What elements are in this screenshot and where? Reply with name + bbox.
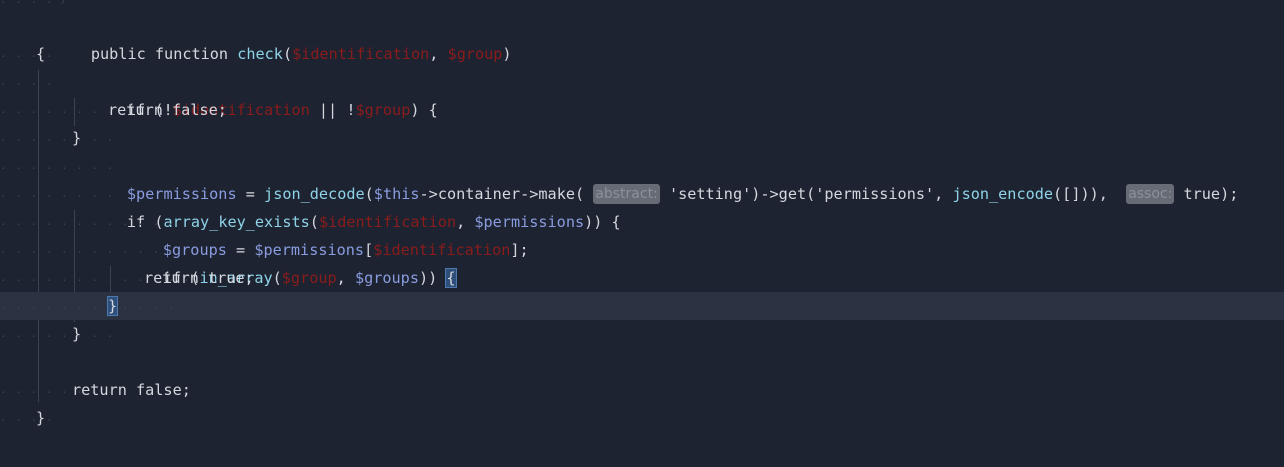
code-line[interactable]: . . . . . . . . $permissions = json_deco… <box>0 152 1284 204</box>
whitespace-dots: . . . . . . . . <box>0 131 115 144</box>
code-line[interactable]: . . . . . . . . return false; <box>0 96 1284 124</box>
code-line[interactable] <box>0 348 1284 376</box>
matching-brace: } <box>106 296 119 316</box>
code-line[interactable]: . . . . . . . . return false; <box>0 376 1284 404</box>
code-line[interactable]: . . . . . . . . } <box>0 320 1284 348</box>
whitespace-dots: . . . . <box>0 75 54 88</box>
return-statement: return false; <box>108 101 227 119</box>
whitespace-dots: . . . . . . . . <box>0 103 115 116</box>
current-line[interactable]: . . . . . . . . . . . . } <box>0 292 1284 320</box>
code-line[interactable]: . . . . . . . . . . . . $groups = $permi… <box>0 208 1284 259</box>
whitespace-dots: . . . . <box>0 411 54 424</box>
code-line[interactable]: . . . . . . . . if (array_key_exists($id… <box>0 180 1284 231</box>
return-statement: return false; <box>72 381 191 399</box>
code-line[interactable]: . . . . { <box>0 40 1284 68</box>
code-editor[interactable]: . . . . / public function check($identif… <box>0 0 1284 467</box>
whitespace-dots: . . . . . . . . <box>0 327 115 340</box>
code-line[interactable]: . . . . . . . . } <box>0 124 1284 152</box>
whitespace-dots: . . . . . . . . . . . . <box>0 299 176 312</box>
code-line[interactable]: . . . . } <box>0 404 1284 432</box>
return-statement: return true; <box>144 269 254 287</box>
whitespace-dots: . . . . <box>0 47 54 60</box>
code-line[interactable]: . . . . if (!$identification || !$group)… <box>0 68 1284 119</box>
code-line[interactable]: . . . . . . . . . . . . . . . . return t… <box>0 264 1284 292</box>
code-line[interactable]: . . . . . . . . . . . . if (in_array($gr… <box>0 236 1284 288</box>
code-line[interactable]: public function check($identification, $… <box>0 12 1284 63</box>
